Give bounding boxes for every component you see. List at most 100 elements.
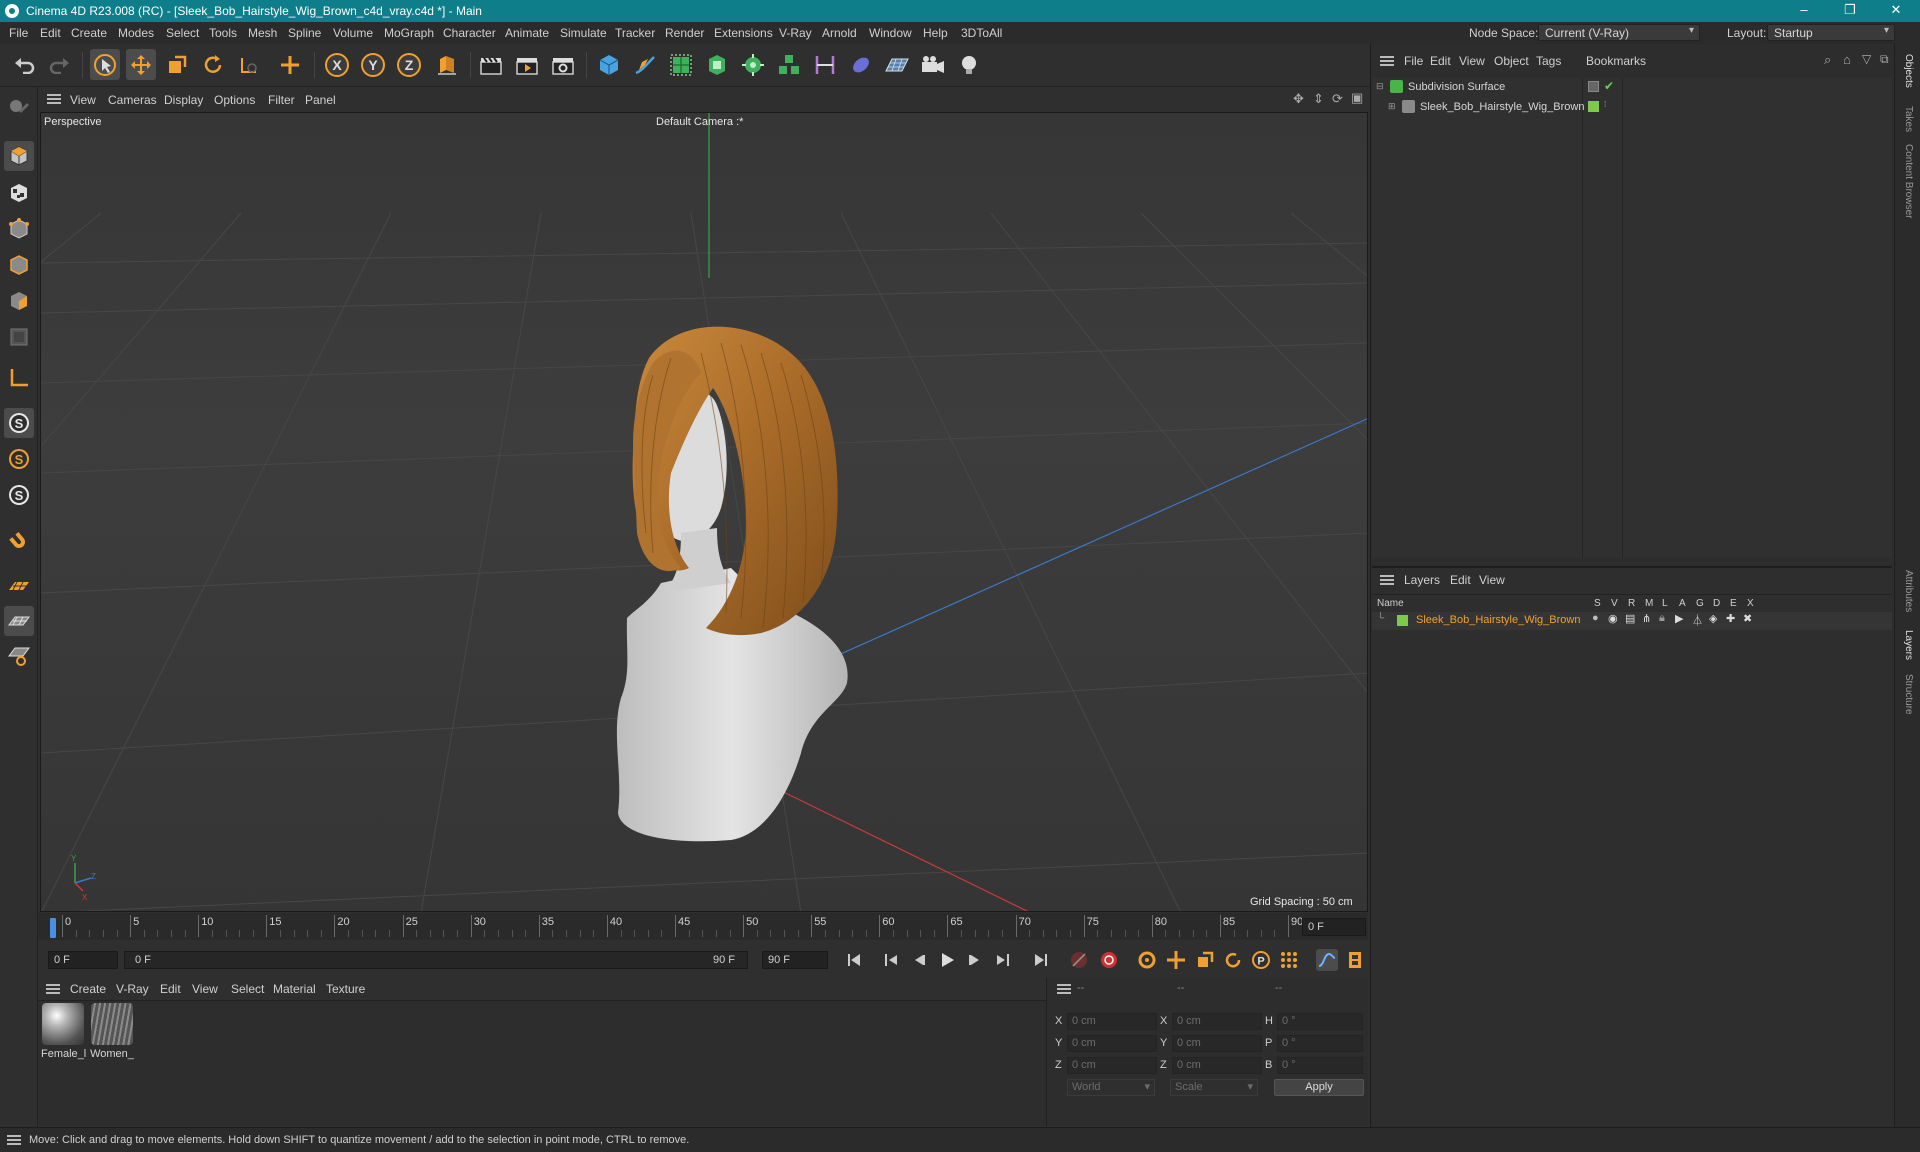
layer-flag-header[interactable]: L bbox=[1662, 598, 1668, 609]
deformer-icon[interactable]: ◈ bbox=[1709, 612, 1717, 625]
layer-flag-header[interactable]: D bbox=[1713, 598, 1720, 609]
layer-color-swatch[interactable] bbox=[1397, 615, 1408, 626]
size-x-field[interactable]: 0 cm bbox=[1172, 1013, 1262, 1030]
menu-character[interactable]: Character bbox=[443, 26, 496, 40]
go-to-end-button[interactable] bbox=[1030, 949, 1052, 971]
viewport-menu-options[interactable]: Options bbox=[214, 93, 255, 107]
menu-tracker[interactable]: Tracker bbox=[615, 26, 655, 40]
field-button[interactable] bbox=[846, 49, 876, 80]
layer-flag-header[interactable]: A bbox=[1679, 598, 1686, 609]
restore-button[interactable]: ❐ bbox=[1827, 0, 1873, 22]
snap-button[interactable]: S bbox=[4, 408, 34, 438]
maximize-view-icon[interactable]: ▣ bbox=[1351, 90, 1363, 106]
soft-selection-button[interactable]: S bbox=[4, 444, 34, 474]
size-z-field[interactable]: 0 cm bbox=[1172, 1057, 1262, 1074]
deformer-button[interactable] bbox=[810, 49, 840, 80]
rotate-view-icon[interactable]: ⟳ bbox=[1332, 91, 1343, 107]
previous-frame-button[interactable] bbox=[908, 949, 930, 971]
material-menu-material[interactable]: Material bbox=[273, 982, 316, 996]
filter-icon[interactable]: ▽ bbox=[1862, 52, 1871, 66]
grid-plane-button[interactable] bbox=[4, 571, 34, 601]
viewport-menu-filter[interactable]: Filter bbox=[268, 93, 295, 107]
tab-attributes[interactable]: Attributes bbox=[1903, 570, 1914, 612]
object-menu-tags[interactable]: Tags bbox=[1536, 54, 1561, 68]
tab-layers[interactable]: Layers bbox=[1903, 630, 1914, 660]
size-y-field[interactable]: 0 cm bbox=[1172, 1035, 1262, 1052]
layer-flag-header[interactable]: S bbox=[1594, 598, 1601, 609]
menu-3dtoall[interactable]: 3DToAll bbox=[961, 26, 1002, 40]
hamburger-menu-icon[interactable] bbox=[1380, 56, 1394, 66]
render-to-picture-viewer-button[interactable] bbox=[512, 49, 542, 80]
generator-icon[interactable]: ⏃ bbox=[1692, 612, 1703, 628]
undo-button[interactable] bbox=[10, 49, 40, 80]
timeline-ruler[interactable]: 0 5 10 15 20 25 30 35 40 45 50 55 60 65 70 75 80 85 90 0 F bbox=[38, 913, 1368, 940]
key-position-button[interactable] bbox=[1165, 949, 1187, 971]
material-menu-select[interactable]: Select bbox=[231, 982, 264, 996]
menu-animate[interactable]: Animate bbox=[505, 26, 549, 40]
uv-mode-button[interactable] bbox=[4, 322, 34, 352]
make-editable-button[interactable] bbox=[4, 94, 34, 124]
key-parameter-button[interactable]: P bbox=[1250, 949, 1272, 971]
3d-viewport[interactable]: Y Z X bbox=[40, 112, 1368, 912]
node-space-dropdown[interactable]: Current (V-Ray) ▾ bbox=[1538, 24, 1700, 41]
planar-workplane-button[interactable] bbox=[4, 641, 34, 671]
play-button[interactable] bbox=[936, 949, 958, 971]
manager-tree-icon[interactable]: ⋔ bbox=[1642, 612, 1651, 625]
position-y-field[interactable]: 0 cm bbox=[1067, 1035, 1157, 1052]
close-button[interactable]: ✕ bbox=[1873, 0, 1919, 22]
visibility-dots-icon[interactable]: ⁞ bbox=[1604, 100, 1606, 109]
layer-flag-header[interactable]: X bbox=[1747, 598, 1754, 609]
expression-icon[interactable]: ✚ bbox=[1726, 612, 1735, 625]
model-mode-button[interactable] bbox=[4, 141, 34, 171]
animation-play-icon[interactable]: ▶ bbox=[1675, 612, 1683, 625]
key-pla-button[interactable] bbox=[1278, 949, 1300, 971]
layer-flag-header[interactable]: M bbox=[1645, 598, 1653, 609]
move-view-icon[interactable]: ✥ bbox=[1293, 91, 1304, 107]
layer-flag-header[interactable]: R bbox=[1628, 598, 1635, 609]
layer-flag-header[interactable]: E bbox=[1730, 598, 1737, 609]
render-view-button[interactable] bbox=[476, 49, 506, 80]
menu-modes[interactable]: Modes bbox=[118, 26, 154, 40]
material-menu-vray[interactable]: V-Ray bbox=[116, 982, 149, 996]
hamburger-menu-icon[interactable] bbox=[1057, 984, 1071, 994]
rotation-p-field[interactable]: 0 ° bbox=[1277, 1035, 1363, 1052]
menu-volume[interactable]: Volume bbox=[333, 26, 373, 40]
viewport-menu-panel[interactable]: Panel bbox=[305, 93, 336, 107]
lock-x-axis-button[interactable]: X bbox=[322, 49, 352, 80]
autokeying-button[interactable] bbox=[1098, 949, 1120, 971]
menu-mograph[interactable]: MoGraph bbox=[384, 26, 434, 40]
object-menu-file[interactable]: File bbox=[1404, 54, 1423, 68]
subdivision-surface-button[interactable] bbox=[666, 49, 696, 80]
edge-mode-button[interactable] bbox=[4, 250, 34, 280]
checkmark-icon[interactable]: ✔ bbox=[1604, 79, 1614, 93]
material-menu-create[interactable]: Create bbox=[70, 982, 106, 996]
layer-name[interactable]: Sleek_Bob_Hairstyle_Wig_Brown bbox=[1416, 614, 1580, 626]
lock-y-axis-button[interactable]: Y bbox=[358, 49, 388, 80]
light-button[interactable] bbox=[954, 49, 984, 80]
material-menu-texture[interactable]: Texture bbox=[326, 982, 365, 996]
live-selection-button[interactable] bbox=[90, 49, 120, 80]
cloner-button[interactable] bbox=[738, 49, 768, 80]
eye-icon[interactable]: ◉ bbox=[1608, 612, 1618, 625]
previous-key-button[interactable] bbox=[880, 949, 902, 971]
position-z-field[interactable]: 0 cm bbox=[1067, 1057, 1157, 1074]
layer-color-swatch[interactable] bbox=[1588, 101, 1599, 112]
symmetry-button[interactable]: S bbox=[4, 480, 34, 510]
menu-file[interactable]: File bbox=[9, 26, 28, 40]
recent-tools-button[interactable] bbox=[234, 49, 264, 80]
material-menu-edit[interactable]: Edit bbox=[160, 982, 181, 996]
lock-icon[interactable]: 🔒︎ bbox=[1659, 612, 1665, 625]
polygon-mode-button[interactable] bbox=[4, 286, 34, 316]
coordinate-system-button[interactable] bbox=[432, 49, 462, 80]
hamburger-menu-icon[interactable] bbox=[47, 94, 61, 104]
active-camera-label[interactable]: Default Camera :* bbox=[656, 116, 743, 128]
frame-range-slider[interactable]: 0 F 90 F bbox=[124, 951, 748, 969]
axis-tool-button[interactable] bbox=[275, 49, 305, 80]
layer-menu-view[interactable]: View bbox=[1479, 573, 1505, 587]
apply-button[interactable]: Apply bbox=[1274, 1079, 1364, 1096]
object-row[interactable]: ⊞ Sleek_Bob_Hairstyle_Wig_Brown ⁞ bbox=[1372, 98, 1892, 118]
menu-render[interactable]: Render bbox=[665, 26, 704, 40]
expand-icon[interactable]: ⊞ bbox=[1388, 101, 1396, 112]
position-x-field[interactable]: 0 cm bbox=[1067, 1013, 1157, 1030]
redo-button[interactable] bbox=[44, 49, 74, 80]
